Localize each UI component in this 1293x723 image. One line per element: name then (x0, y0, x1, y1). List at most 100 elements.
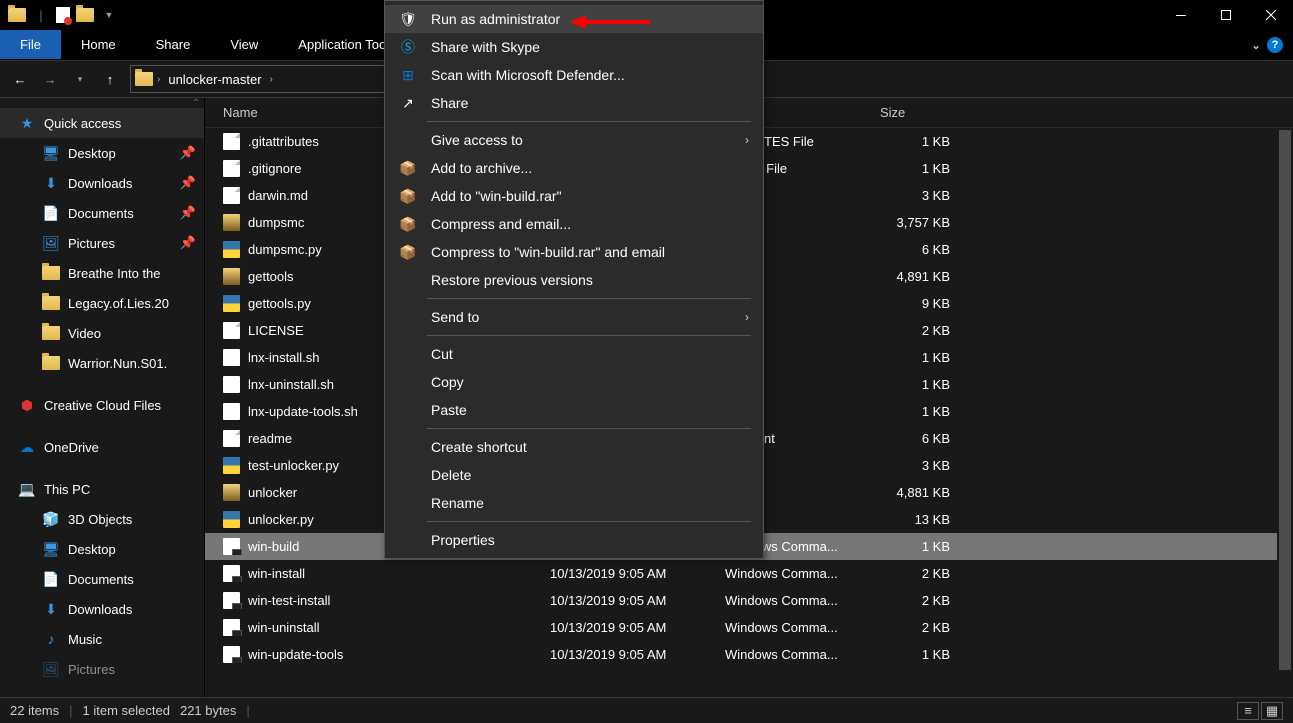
file-row[interactable]: win-update-tools10/13/2019 9:05 AMWindow… (205, 641, 1293, 668)
close-button[interactable] (1248, 0, 1293, 30)
ctx-share-skype[interactable]: ⓈShare with Skype (385, 33, 763, 61)
winrar-icon: 📦 (399, 188, 417, 205)
ctx-delete[interactable]: Delete (385, 461, 763, 489)
sidebar-item-downloads[interactable]: ⬇Downloads (0, 594, 204, 624)
properties-icon[interactable] (56, 7, 70, 23)
file-date: 10/13/2019 9:05 AM (540, 620, 715, 635)
minimize-button[interactable] (1158, 0, 1203, 30)
pc-icon: 💻 (18, 481, 36, 497)
sidebar-item-documents[interactable]: 📄Documents📌 (0, 198, 204, 228)
sidebar-item-folder[interactable]: Video (0, 318, 204, 348)
ctx-add-rar[interactable]: 📦Add to "win-build.rar" (385, 182, 763, 210)
separator-icon: | (32, 6, 50, 24)
column-size[interactable]: Size (870, 105, 970, 120)
ctx-give-access[interactable]: Give access to› (385, 126, 763, 154)
ctx-compress-rar-email[interactable]: 📦Compress to "win-build.rar" and email (385, 238, 763, 266)
share-tab[interactable]: Share (136, 30, 211, 59)
scrollbar-thumb[interactable] (1279, 130, 1291, 670)
sidebar-item-documents[interactable]: 📄Documents (0, 564, 204, 594)
sidebar-item-onedrive[interactable]: ☁OneDrive (0, 432, 204, 462)
sidebar-item-folder[interactable]: Breathe Into the (0, 258, 204, 288)
ctx-restore-versions[interactable]: Restore previous versions (385, 266, 763, 294)
file-icon (223, 376, 240, 393)
ctx-paste[interactable]: Paste (385, 396, 763, 424)
chevron-right-icon[interactable]: › (157, 74, 160, 85)
back-button[interactable]: ← (6, 65, 34, 93)
breadcrumb-folder[interactable]: unlocker-master (164, 72, 265, 87)
pin-icon: 📌 (180, 235, 196, 251)
sidebar-item-desktop[interactable]: 🖥Desktop (0, 534, 204, 564)
ctx-properties[interactable]: Properties (385, 526, 763, 554)
file-name: win-test-install (248, 593, 330, 608)
file-name: gettools (248, 269, 294, 284)
ctx-cut[interactable]: Cut (385, 340, 763, 368)
view-tab[interactable]: View (210, 30, 278, 59)
file-icon (223, 187, 240, 204)
cloud-icon: ⬢ (18, 397, 36, 413)
sidebar-item-3d-objects[interactable]: 🧊3D Objects (0, 504, 204, 534)
sidebar-item-music[interactable]: ♪Music (0, 624, 204, 654)
sidebar-item-label: 3D Objects (68, 512, 132, 527)
ctx-share[interactable]: ↗Share (385, 89, 763, 117)
separator (427, 521, 751, 522)
navigation-pane: ⌃ ★Quick access 🖥Desktop📌 ⬇Downloads📌 📄D… (0, 98, 205, 698)
ctx-run-as-admin[interactable]: 🛡Run as administrator (385, 5, 763, 33)
file-icon (223, 268, 240, 285)
scrollbar[interactable] (1277, 128, 1293, 698)
folder-icon (42, 295, 60, 311)
sidebar-item-folder[interactable]: Warrior.Nun.S01. (0, 348, 204, 378)
file-icon (223, 619, 240, 636)
ctx-copy[interactable]: Copy (385, 368, 763, 396)
file-name: darwin.md (248, 188, 308, 203)
file-tab[interactable]: File (0, 30, 61, 59)
file-row[interactable]: win-test-install10/13/2019 9:05 AMWindow… (205, 587, 1293, 614)
sidebar-item-folder[interactable]: Legacy.of.Lies.20 (0, 288, 204, 318)
sidebar-item-downloads[interactable]: ⬇Downloads📌 (0, 168, 204, 198)
file-type: Windows Comma... (715, 593, 870, 608)
file-type: Windows Comma... (715, 566, 870, 581)
chevron-down-icon[interactable]: ⌄ (1251, 38, 1261, 52)
new-folder-icon[interactable] (76, 6, 94, 24)
file-icon (223, 349, 240, 366)
file-row[interactable]: win-uninstall10/13/2019 9:05 AMWindows C… (205, 614, 1293, 641)
file-name: win-update-tools (248, 647, 343, 662)
view-toggles: ≡ ▦ (1237, 702, 1283, 720)
status-bytes: 221 bytes (180, 703, 236, 718)
ctx-add-archive[interactable]: 📦Add to archive... (385, 154, 763, 182)
file-icon (223, 646, 240, 663)
help-icon[interactable]: ? (1267, 37, 1283, 53)
sidebar-item-desktop[interactable]: 🖥Desktop📌 (0, 138, 204, 168)
sidebar-item-quick-access[interactable]: ★Quick access (0, 108, 204, 138)
file-name: win-build (248, 539, 299, 554)
music-icon: ♪ (42, 631, 60, 647)
recent-dropdown[interactable]: ▾ (66, 65, 94, 93)
up-button[interactable]: ↑ (96, 65, 124, 93)
sidebar-item-label: Downloads (68, 176, 132, 191)
ctx-scan-defender[interactable]: ⊞Scan with Microsoft Defender... (385, 61, 763, 89)
sidebar-item-pictures[interactable]: 🖼Pictures📌 (0, 228, 204, 258)
sidebar-item-label: This PC (44, 482, 90, 497)
ctx-rename[interactable]: Rename (385, 489, 763, 517)
ctx-label: Delete (431, 467, 471, 483)
sidebar-item-this-pc[interactable]: 💻 This PC (0, 474, 204, 504)
file-size: 13 KB (870, 512, 970, 527)
file-row[interactable]: win-install10/13/2019 9:05 AMWindows Com… (205, 560, 1293, 587)
sidebar-item-creative-cloud[interactable]: ⬢Creative Cloud Files (0, 390, 204, 420)
thumbnails-view-button[interactable]: ▦ (1261, 702, 1283, 720)
folder-icon (8, 6, 26, 24)
qat-dropdown-icon[interactable]: ▼ (100, 6, 118, 24)
details-view-button[interactable]: ≡ (1237, 702, 1259, 720)
sidebar-item-label: Pictures (68, 662, 115, 677)
chevron-right-icon[interactable]: › (270, 74, 273, 85)
downloads-icon: ⬇ (42, 601, 60, 617)
ctx-compress-email[interactable]: 📦Compress and email... (385, 210, 763, 238)
file-size: 6 KB (870, 431, 970, 446)
maximize-button[interactable] (1203, 0, 1248, 30)
home-tab[interactable]: Home (61, 30, 136, 59)
file-type: Windows Comma... (715, 647, 870, 662)
sidebar-item-label: Quick access (44, 116, 121, 131)
file-size: 9 KB (870, 296, 970, 311)
ctx-create-shortcut[interactable]: Create shortcut (385, 433, 763, 461)
ctx-send-to[interactable]: Send to› (385, 303, 763, 331)
sidebar-item-pictures[interactable]: 🖼Pictures (0, 654, 204, 684)
